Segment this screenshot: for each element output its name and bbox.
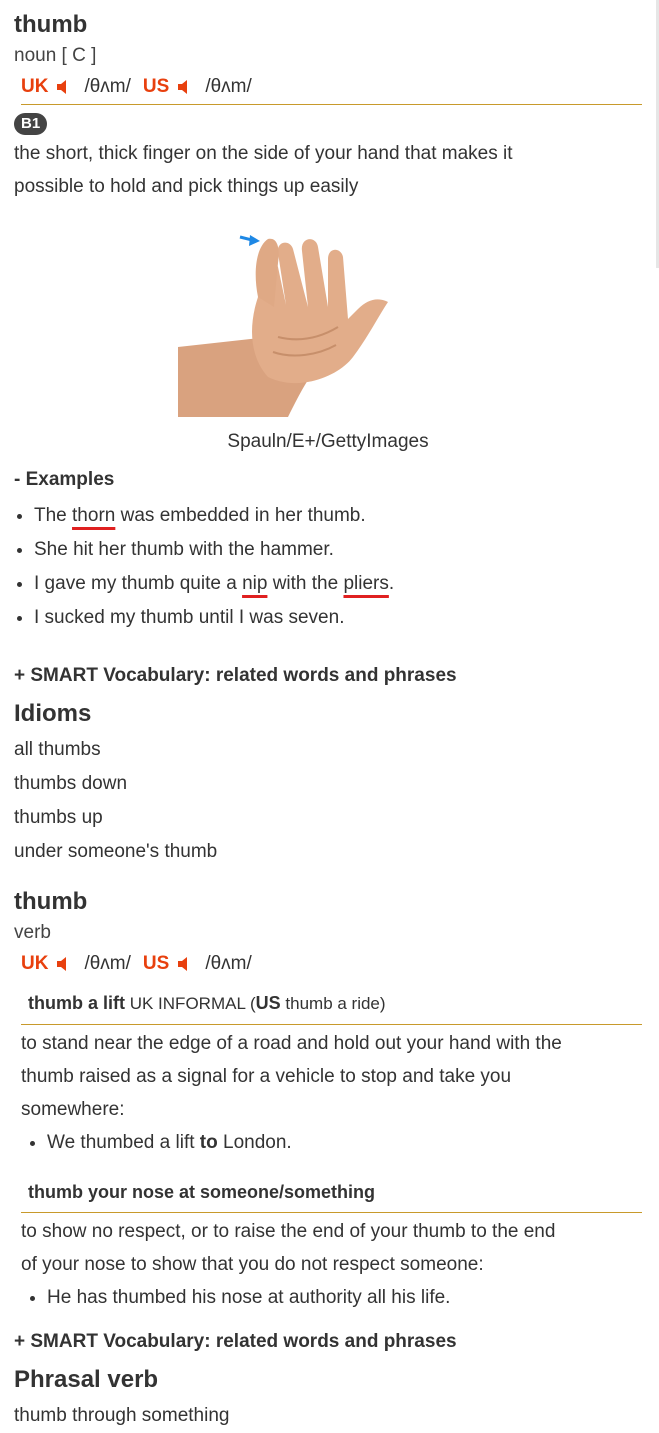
idiom-phrase: thumb your nose at someone/something (28, 1182, 376, 1202)
speaker-icon[interactable] (177, 956, 193, 972)
example-item: We thumbed a lift to London. (47, 1126, 642, 1160)
idiom-link[interactable]: under someone's thumb (14, 835, 642, 869)
underlined-word: nip (242, 573, 268, 594)
idiom-examples: We thumbed a lift to London. (21, 1126, 642, 1160)
us-ipa: /θʌm/ (205, 953, 252, 974)
phrasal-verb-list: thumb through something (14, 1399, 642, 1433)
us-label: US (142, 953, 170, 974)
example-text: . (388, 573, 395, 594)
us-label: US (142, 76, 170, 97)
example-text: The (34, 505, 73, 526)
idiom-definition: to show no respect, or to raise the end … (21, 1215, 642, 1281)
image-credit: Spauln/E+/GettyImages (227, 431, 429, 452)
headword: thumb (14, 888, 88, 915)
idioms-list: all thumbs thumbs down thumbs up under s… (14, 733, 642, 869)
definition-line: of your nose to show that you do not res… (21, 1254, 484, 1275)
definition-line: thumb raised as a signal for a vehicle t… (21, 1066, 512, 1087)
idiom-examples: He has thumbed his nose at authority all… (21, 1281, 642, 1315)
smart-vocabulary-link[interactable]: + SMART Vocabulary: related words and ph… (14, 1329, 642, 1355)
example-text: She hit her thumb with the hammer. (34, 539, 334, 560)
underlined-word: thorn (72, 505, 116, 526)
definition: the short, thick finger on the side of y… (14, 137, 642, 203)
example-text: was embedded in her thumb. (115, 505, 366, 526)
idiom-link[interactable]: thumbs down (14, 767, 642, 801)
example-text: I gave my thumb quite a (34, 573, 243, 594)
dictionary-content: thumb noun [ C ] UK /θʌm/ US /θʌm/ B1 th… (14, 10, 642, 1433)
example-item: He has thumbed his nose at authority all… (47, 1281, 642, 1315)
example-text: London. (217, 1132, 292, 1153)
uk-ipa: /θʌm/ (84, 76, 131, 97)
entry-verb: thumb verb UK /θʌm/ US /θʌm/ thumb a lif… (14, 887, 642, 1433)
example-item: I gave my thumb quite a nip with the pli… (34, 567, 642, 601)
phrasal-verb-title: Phrasal verb (14, 1366, 159, 1393)
example-item: I sucked my thumb until I was seven. (34, 601, 642, 635)
speaker-icon[interactable] (56, 79, 72, 95)
headword: thumb (14, 11, 88, 38)
example-text: I sucked my thumb until I was seven. (34, 607, 345, 628)
thumb-illustration (178, 235, 388, 417)
speaker-icon[interactable] (56, 956, 72, 972)
definition-line: the short, thick finger on the side of y… (14, 143, 513, 164)
speaker-icon[interactable] (177, 79, 193, 95)
part-of-speech: verb (14, 922, 51, 943)
idioms-title: Idioms (14, 700, 92, 727)
entry-noun: thumb noun [ C ] UK /θʌm/ US /θʌm/ B1 th… (14, 10, 642, 869)
usage-label: UK INFORMAL ( (125, 994, 256, 1013)
pronunciation-bar: UK /θʌm/ US /θʌm/ (21, 70, 642, 105)
example-text: with the (267, 573, 344, 594)
alternative-phrase: thumb a ride) (280, 994, 386, 1013)
idiom-link[interactable]: all thumbs (14, 733, 642, 767)
region-label: US (255, 993, 281, 1013)
pronunciation-bar: UK /θʌm/ US /θʌm/ (21, 947, 642, 981)
example-bold: to (199, 1132, 218, 1153)
examples-list: The thorn was embedded in her thumb. She… (14, 499, 642, 635)
part-of-speech: noun [ C ] (14, 45, 97, 66)
idiom-block: thumb a lift UK INFORMAL (US thumb a rid… (21, 989, 642, 1315)
idiom-phrase: thumb a lift (28, 993, 125, 1013)
underlined-word: pliers (343, 573, 389, 594)
us-ipa: /θʌm/ (205, 76, 252, 97)
example-item: She hit her thumb with the hammer. (34, 533, 642, 567)
uk-ipa: /θʌm/ (84, 953, 131, 974)
idiom-link[interactable]: thumbs up (14, 801, 642, 835)
idiom-definition: to stand near the edge of a road and hol… (21, 1027, 642, 1126)
uk-label: UK (21, 953, 49, 974)
definition-line: to show no respect, or to raise the end … (21, 1221, 556, 1242)
level-badge: B1 (14, 113, 48, 135)
definition-line: somewhere: (21, 1099, 125, 1120)
phrasal-verb-link[interactable]: thumb through something (14, 1399, 642, 1433)
definition-line: possible to hold and pick things up easi… (14, 176, 359, 197)
example-text: We thumbed a lift (47, 1132, 200, 1153)
uk-label: UK (21, 76, 49, 97)
smart-vocabulary-link[interactable]: + SMART Vocabulary: related words and ph… (14, 663, 642, 689)
examples-toggle[interactable]: - Examples (14, 467, 642, 493)
hand-image (178, 227, 478, 417)
example-item: The thorn was embedded in her thumb. (34, 499, 642, 533)
idiom-heading: thumb a lift UK INFORMAL (US thumb a rid… (21, 989, 642, 1025)
idiom-heading: thumb your nose at someone/something (21, 1178, 642, 1213)
definition-line: to stand near the edge of a road and hol… (21, 1033, 562, 1054)
